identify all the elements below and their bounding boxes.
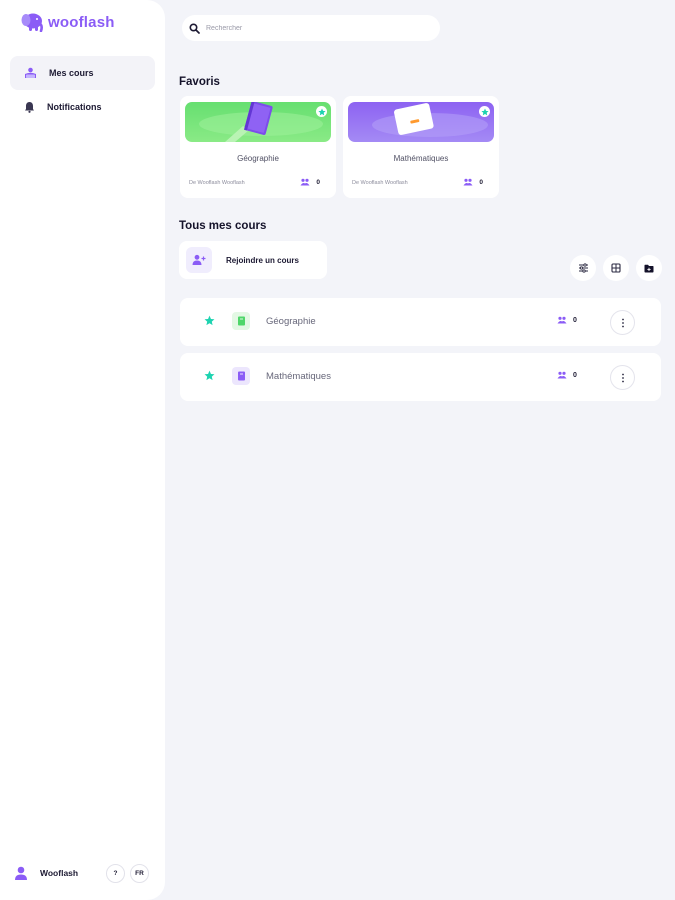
course-name: Mathématiques bbox=[393, 154, 449, 163]
favorite-card-mathematiques[interactable]: Mathématiques De Wooflash Wooflash 0 bbox=[343, 96, 499, 198]
sidebar-item-label: Notifications bbox=[47, 102, 102, 112]
favorite-toggle[interactable] bbox=[479, 106, 490, 117]
filter-button[interactable] bbox=[570, 255, 596, 281]
user-name[interactable]: Wooflash bbox=[40, 868, 78, 878]
course-author: De Wooflash Wooflash bbox=[189, 180, 245, 186]
star-icon[interactable] bbox=[204, 315, 215, 326]
group-icon bbox=[557, 316, 567, 324]
sidebar-item-label: Mes cours bbox=[49, 68, 94, 78]
course-name: Mathématiques bbox=[266, 371, 331, 382]
logo[interactable]: wooflash bbox=[20, 12, 115, 32]
group-icon bbox=[557, 371, 567, 379]
members-count-value: 0 bbox=[573, 371, 577, 379]
members-count: 0 bbox=[300, 178, 320, 186]
sidebar: wooflash Mes cours Notifications Wooflas… bbox=[0, 0, 165, 900]
course-banner bbox=[348, 102, 494, 142]
members-count: 0 bbox=[463, 178, 483, 186]
book-illustration bbox=[199, 102, 323, 142]
favorites-title: Favoris bbox=[179, 76, 220, 88]
favorite-toggle[interactable] bbox=[316, 106, 327, 117]
sidebar-item-mes-cours[interactable]: Mes cours bbox=[10, 56, 155, 90]
star-icon bbox=[480, 107, 489, 115]
elephant-logo-icon bbox=[21, 13, 43, 32]
members-count: 0 bbox=[557, 371, 577, 379]
user-avatar-icon[interactable] bbox=[12, 864, 30, 882]
join-course-button[interactable]: Rejoindre un cours bbox=[179, 241, 327, 279]
more-vertical-icon bbox=[621, 373, 624, 382]
members-count-value: 0 bbox=[479, 178, 483, 186]
course-author: De Wooflash Wooflash bbox=[352, 180, 408, 186]
language-button[interactable]: FR bbox=[130, 863, 149, 883]
star-icon bbox=[317, 107, 326, 115]
all-courses-title: Tous mes cours bbox=[179, 220, 267, 232]
add-user-icon bbox=[186, 247, 212, 273]
course-row-geographie[interactable]: Géographie 0 bbox=[180, 298, 661, 346]
help-button[interactable]: ? bbox=[106, 863, 125, 883]
card-illustration bbox=[372, 103, 488, 137]
more-vertical-icon bbox=[621, 318, 624, 327]
course-name: Géographie bbox=[237, 154, 279, 163]
members-count-value: 0 bbox=[316, 178, 320, 186]
course-banner bbox=[185, 102, 331, 142]
grid-view-icon bbox=[611, 263, 621, 273]
courses-icon bbox=[25, 67, 36, 78]
members-count: 0 bbox=[557, 316, 577, 324]
view-toggle-button[interactable] bbox=[603, 255, 629, 281]
search-bar bbox=[182, 15, 440, 41]
book-icon bbox=[232, 312, 250, 330]
course-name: Géographie bbox=[266, 316, 316, 327]
sidebar-footer: Wooflash ? FR bbox=[12, 862, 152, 884]
book-icon bbox=[232, 367, 250, 385]
app-name: wooflash bbox=[48, 13, 115, 31]
search-icon bbox=[189, 22, 200, 34]
group-icon bbox=[300, 178, 310, 186]
sidebar-item-notifications[interactable]: Notifications bbox=[10, 90, 155, 124]
search-input[interactable] bbox=[206, 24, 406, 32]
new-folder-button[interactable] bbox=[636, 255, 662, 281]
group-icon bbox=[463, 178, 473, 186]
filter-icon bbox=[578, 263, 588, 273]
star-icon[interactable] bbox=[204, 370, 215, 381]
favorite-card-geographie[interactable]: Géographie De Wooflash Wooflash 0 bbox=[180, 96, 336, 198]
folder-icon bbox=[644, 264, 654, 272]
bell-icon bbox=[25, 102, 34, 113]
members-count-value: 0 bbox=[573, 316, 577, 324]
course-row-mathematiques[interactable]: Mathématiques 0 bbox=[180, 353, 661, 401]
join-course-label: Rejoindre un cours bbox=[226, 255, 299, 265]
more-options-button[interactable] bbox=[610, 365, 635, 390]
more-options-button[interactable] bbox=[610, 310, 635, 335]
